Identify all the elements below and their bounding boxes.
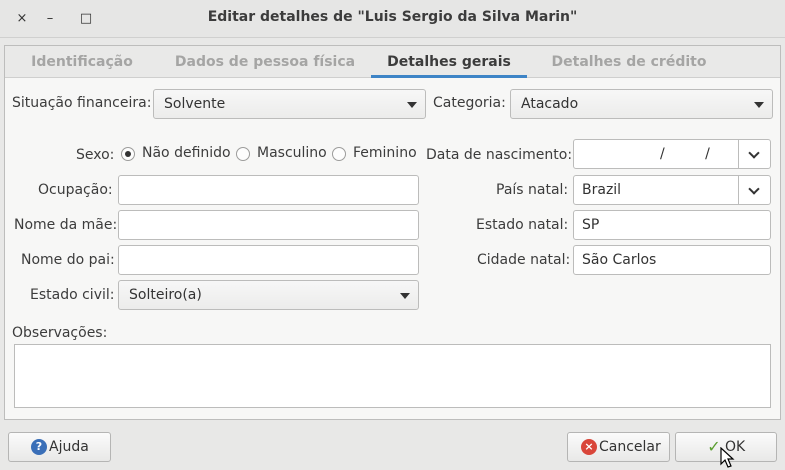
tab-detalhes-gerais[interactable]: Detalhes gerais <box>371 46 527 78</box>
title-bar: × – □ Editar detalhes de "Luis Sergio da… <box>0 0 785 38</box>
help-icon: ? <box>31 439 47 455</box>
categoria-label: Categoria: <box>433 95 506 111</box>
data-nascimento-label: Data de nascimento: <box>426 147 573 163</box>
estado-civil-label: Estado civil: <box>30 287 115 303</box>
tab-panel: Identificação Dados de pessoa física Det… <box>4 45 781 420</box>
situacao-financeira-value: Solvente <box>164 96 226 112</box>
sexo-label: Sexo: <box>76 147 115 163</box>
dropdown-arrow-icon <box>754 102 764 108</box>
cidade-natal-input[interactable]: São Carlos <box>573 245 771 275</box>
estado-natal-input[interactable]: SP <box>573 210 771 240</box>
observacoes-textarea[interactable] <box>14 344 771 408</box>
edit-details-window: × – □ Editar detalhes de "Luis Sergio da… <box>0 0 785 470</box>
categoria-select[interactable]: Atacado <box>510 89 773 119</box>
pais-natal-combo[interactable]: Brazil <box>573 175 771 205</box>
categoria-value: Atacado <box>521 96 579 112</box>
cancel-icon: × <box>581 439 597 455</box>
tab-bar: Identificação Dados de pessoa física Det… <box>5 46 780 78</box>
situacao-financeira-select[interactable]: Solvente <box>153 89 426 119</box>
help-button[interactable]: ? Ajuda <box>8 432 111 462</box>
sexo-nao-definido-radio[interactable] <box>121 147 135 161</box>
dropdown-arrow-icon <box>400 293 410 299</box>
cidade-natal-label: Cidade natal: <box>477 252 571 268</box>
tab-detalhes-credito[interactable]: Detalhes de crédito <box>543 46 715 78</box>
dropdown-arrow-icon <box>407 102 417 108</box>
estado-civil-value: Solteiro(a) <box>129 287 202 303</box>
pais-dropdown-button[interactable] <box>738 175 770 205</box>
pais-natal-label: País natal: <box>496 182 569 198</box>
sexo-masculino-label: Masculino <box>257 145 327 161</box>
data-nascimento-value: / / <box>660 146 728 162</box>
sexo-feminino-radio[interactable] <box>332 147 346 161</box>
pais-natal-value: Brazil <box>582 182 622 198</box>
mouse-cursor-icon <box>720 447 735 468</box>
sexo-feminino-label: Feminino <box>353 145 417 161</box>
tab-identificacao[interactable]: Identificação <box>19 46 145 78</box>
window-title: Editar detalhes de "Luis Sergio da Silva… <box>207 9 578 25</box>
observacoes-label: Observações: <box>12 325 108 341</box>
nome-mae-input[interactable] <box>118 210 419 240</box>
estado-civil-select[interactable]: Solteiro(a) <box>118 280 419 310</box>
cancel-button[interactable]: × Cancelar <box>567 432 670 462</box>
ocupacao-input[interactable] <box>118 175 419 205</box>
estado-natal-label: Estado natal: <box>476 217 569 233</box>
tab-dados-pessoa-fisica[interactable]: Dados de pessoa física <box>168 46 362 78</box>
ocupacao-label: Ocupação: <box>38 182 113 198</box>
situacao-financeira-label: Situação financeira: <box>12 95 152 111</box>
chevron-down-icon <box>748 147 760 159</box>
help-button-label: Ajuda <box>49 439 89 455</box>
sexo-masculino-radio[interactable] <box>236 147 250 161</box>
sexo-nao-definido-label: Não definido <box>142 145 231 161</box>
date-dropdown-button[interactable] <box>738 139 770 169</box>
nome-pai-label: Nome do pai: <box>21 252 115 268</box>
nome-mae-label: Nome da mãe: <box>14 217 118 233</box>
chevron-down-icon <box>748 183 760 195</box>
data-nascimento-input[interactable]: / / <box>573 139 771 169</box>
nome-pai-input[interactable] <box>118 245 419 275</box>
cancel-button-label: Cancelar <box>599 439 661 455</box>
